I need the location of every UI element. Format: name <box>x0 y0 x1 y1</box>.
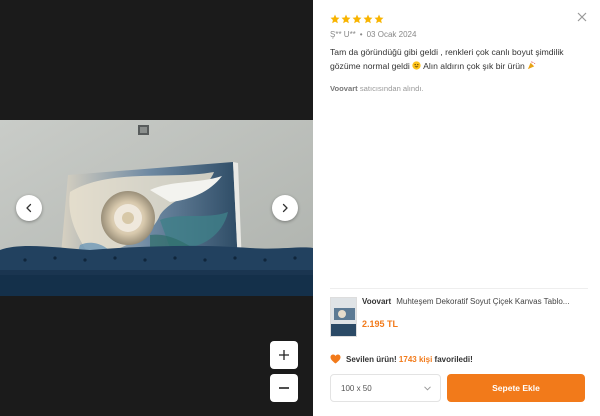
size-select[interactable]: 100 x 50 <box>330 374 441 402</box>
previous-image-button[interactable] <box>16 195 42 221</box>
product-thumbnail[interactable] <box>330 297 357 337</box>
star-icon <box>363 14 373 24</box>
review-photo <box>0 120 313 296</box>
zoom-out-button[interactable] <box>270 374 298 402</box>
seller-suffix: satıcısından alındı. <box>359 84 424 93</box>
close-icon[interactable] <box>576 11 588 23</box>
next-image-button[interactable] <box>272 195 298 221</box>
review-text: Tam da göründüğü gibi geldi , renkleri ç… <box>330 45 586 73</box>
rating-stars <box>330 14 384 24</box>
chevron-right-icon <box>282 203 288 213</box>
image-viewer <box>0 0 313 416</box>
review-date: 03 Ocak 2024 <box>366 30 417 39</box>
party-popper-icon <box>528 61 536 70</box>
star-icon <box>374 14 384 24</box>
add-to-cart-button[interactable]: Sepete Ekle <box>447 374 585 402</box>
reviewer-name: Ş** U** <box>330 30 356 39</box>
divider <box>330 288 588 289</box>
favorite-info: Sevilen ürün! 1743 kişi favoriledi! <box>330 354 473 364</box>
review-panel: Ş** U** • 03 Ocak 2024 Tam da göründüğü gi… <box>313 0 600 416</box>
review-meta: Ş** U** • 03 Ocak 2024 <box>330 30 417 39</box>
favorite-label: Sevilen ürün! <box>346 354 397 364</box>
chevron-left-icon <box>26 203 32 213</box>
favorite-suffix: favoriledi! <box>434 354 473 364</box>
product-card[interactable]: Voovart Muhteşem Dekoratif Soyut Çiçek Ka… <box>330 296 590 340</box>
product-name[interactable]: Voovart Muhteşem Dekoratif Soyut Çiçek Ka… <box>362 297 590 306</box>
favorite-count: 1743 kişi <box>398 354 433 364</box>
heart-icon <box>330 354 341 364</box>
product-price: 2.195 TL <box>362 319 399 329</box>
star-icon <box>352 14 362 24</box>
product-brand: Voovart <box>362 297 392 306</box>
product-title: Muhteşem Dekoratif Soyut Çiçek Kanvas Ta… <box>396 297 570 306</box>
plus-icon <box>279 350 289 360</box>
seller-name: Voovart <box>330 84 358 93</box>
seller-note: Voovart satıcısından alındı. <box>330 84 424 93</box>
star-icon <box>330 14 340 24</box>
minus-icon <box>279 387 289 389</box>
chevron-down-icon <box>424 386 431 391</box>
smile-emoji-icon <box>412 61 421 70</box>
size-select-value: 100 x 50 <box>341 383 372 393</box>
star-icon <box>341 14 351 24</box>
zoom-in-button[interactable] <box>270 341 298 369</box>
review-text-part2: Alın aldırın çok şık bir ürün <box>423 61 525 71</box>
